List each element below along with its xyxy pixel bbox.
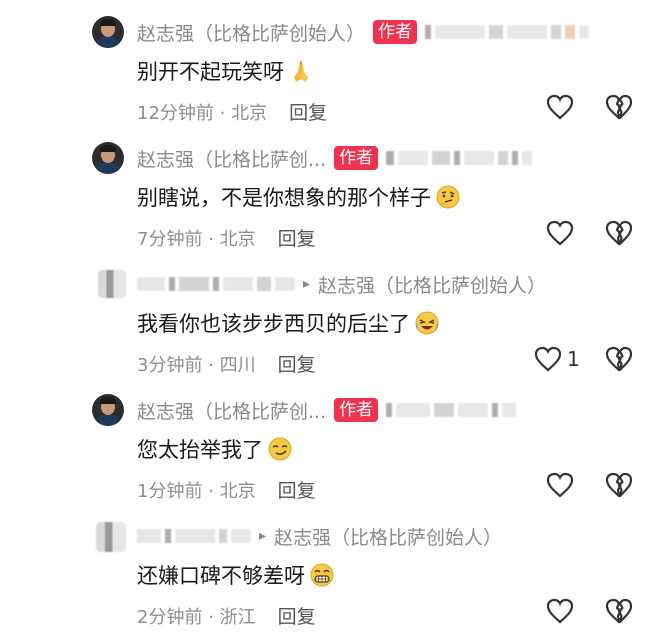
like-button[interactable] xyxy=(545,470,579,500)
comment-location: 北京 xyxy=(231,102,268,124)
comment-time: 2分钟前 xyxy=(137,606,203,628)
comment-meta: 3分钟前 · 四川 回复 xyxy=(137,350,316,377)
laughing-crying-face-icon xyxy=(415,311,439,335)
author-name[interactable]: 赵志强（比格比萨创... xyxy=(137,145,326,172)
pixelated-username xyxy=(137,277,295,291)
reply-button[interactable]: 回复 xyxy=(278,350,316,377)
comment-meta: 7分钟前 · 北京 回复 xyxy=(137,224,316,251)
pixelated-username xyxy=(386,403,517,417)
comment-time: 1分钟前 xyxy=(137,480,203,502)
comment-text-row: 您太抬举我了 xyxy=(137,434,293,464)
reply-button[interactable]: 回复 xyxy=(289,98,327,125)
comment-time: 12分钟前 xyxy=(137,102,214,124)
heart-icon xyxy=(546,598,574,624)
author-badge: 作者 xyxy=(334,398,379,422)
reply-arrow-icon: ▸ xyxy=(303,276,311,292)
comment-text: 还嫌口碑不够差呀 xyxy=(137,564,305,588)
reply-arrow-icon: ▸ xyxy=(259,528,267,544)
author-badge: 作者 xyxy=(334,146,379,170)
pixelated-username xyxy=(137,529,251,543)
avatar[interactable] xyxy=(98,270,126,298)
comment-text: 别瞎说，不是你想象的那个样子 xyxy=(137,186,431,210)
comment-meta: 2分钟前 · 浙江 回复 xyxy=(137,602,316,629)
pixelated-username xyxy=(386,151,533,165)
grinning-face-icon xyxy=(310,563,334,587)
comment-meta: 1分钟前 · 北京 回复 xyxy=(137,476,316,503)
comment-location: 浙江 xyxy=(219,606,256,628)
author-name[interactable]: 赵志强（比格比萨创... xyxy=(137,397,326,424)
comment-location: 北京 xyxy=(219,228,256,250)
avatar[interactable] xyxy=(92,142,124,174)
dislike-broken-heart-icon[interactable] xyxy=(604,218,634,248)
reply-to-author[interactable]: 赵志强（比格比萨创始人） xyxy=(318,271,546,298)
comment-text: 您太抬举我了 xyxy=(137,438,263,462)
reply-to-author[interactable]: 赵志强（比格比萨创始人） xyxy=(274,523,502,550)
like-button[interactable] xyxy=(545,218,579,248)
avatar[interactable] xyxy=(92,394,124,426)
comment-item: ▸ 赵志强（比格比萨创始人） 还嫌口碑不够差呀 2分钟前 · 浙江 回复 xyxy=(0,508,650,636)
reply-button[interactable]: 回复 xyxy=(278,224,316,251)
heart-icon xyxy=(534,346,562,372)
author-name[interactable]: 赵志强（比格比萨创始人） xyxy=(137,19,365,46)
like-button[interactable] xyxy=(545,596,579,626)
thinking-face-icon xyxy=(436,185,460,209)
heart-icon xyxy=(546,94,574,120)
dislike-broken-heart-icon[interactable] xyxy=(604,92,634,122)
dislike-broken-heart-icon[interactable] xyxy=(604,596,634,626)
like-button[interactable]: 1 xyxy=(533,344,580,374)
avatar[interactable] xyxy=(92,16,124,48)
heart-icon xyxy=(546,220,574,246)
comment-text-row: 别瞎说，不是你想象的那个样子 xyxy=(137,182,461,212)
comment-time: 7分钟前 xyxy=(137,228,203,250)
comment-meta: 12分钟前 · 北京 回复 xyxy=(137,98,327,125)
dislike-broken-heart-icon[interactable] xyxy=(604,470,634,500)
like-count: 1 xyxy=(567,347,580,371)
pixelated-username xyxy=(425,25,590,39)
heart-icon xyxy=(546,472,574,498)
comment-item: 赵志强（比格比萨创... 作者 别瞎说，不是你想象的那个样子 7分钟前 · 北京… xyxy=(0,130,650,258)
comment-text: 我看你也该步步西贝的后尘了 xyxy=(137,312,410,336)
comment-text-row: 别开不起玩笑呀 xyxy=(137,56,314,86)
comment-item: 赵志强（比格比萨创... 作者 您太抬举我了 1分钟前 · 北京 回复 xyxy=(0,382,650,510)
comment-item: 赵志强（比格比萨创始人） 作者 别开不起玩笑呀 12分钟前 · 北京 回复 xyxy=(0,4,650,132)
author-badge: 作者 xyxy=(373,20,418,44)
comment-time: 3分钟前 xyxy=(137,354,203,376)
comment-item: ▸ 赵志强（比格比萨创始人） 我看你也该步步西贝的后尘了 3分钟前 · 四川 回… xyxy=(0,256,650,384)
praying-hands-icon xyxy=(294,61,308,82)
comment-text-row: 还嫌口碑不够差呀 xyxy=(137,560,335,590)
comment-location: 北京 xyxy=(219,480,256,502)
reply-button[interactable]: 回复 xyxy=(278,476,316,503)
reply-button[interactable]: 回复 xyxy=(278,602,316,629)
smirking-face-icon xyxy=(268,437,292,461)
dislike-broken-heart-icon[interactable] xyxy=(604,344,634,374)
comment-text: 别开不起玩笑呀 xyxy=(137,60,284,84)
avatar[interactable] xyxy=(96,522,126,552)
comment-text-row: 我看你也该步步西贝的后尘了 xyxy=(137,308,440,338)
like-button[interactable] xyxy=(545,92,579,122)
comment-location: 四川 xyxy=(219,354,256,376)
